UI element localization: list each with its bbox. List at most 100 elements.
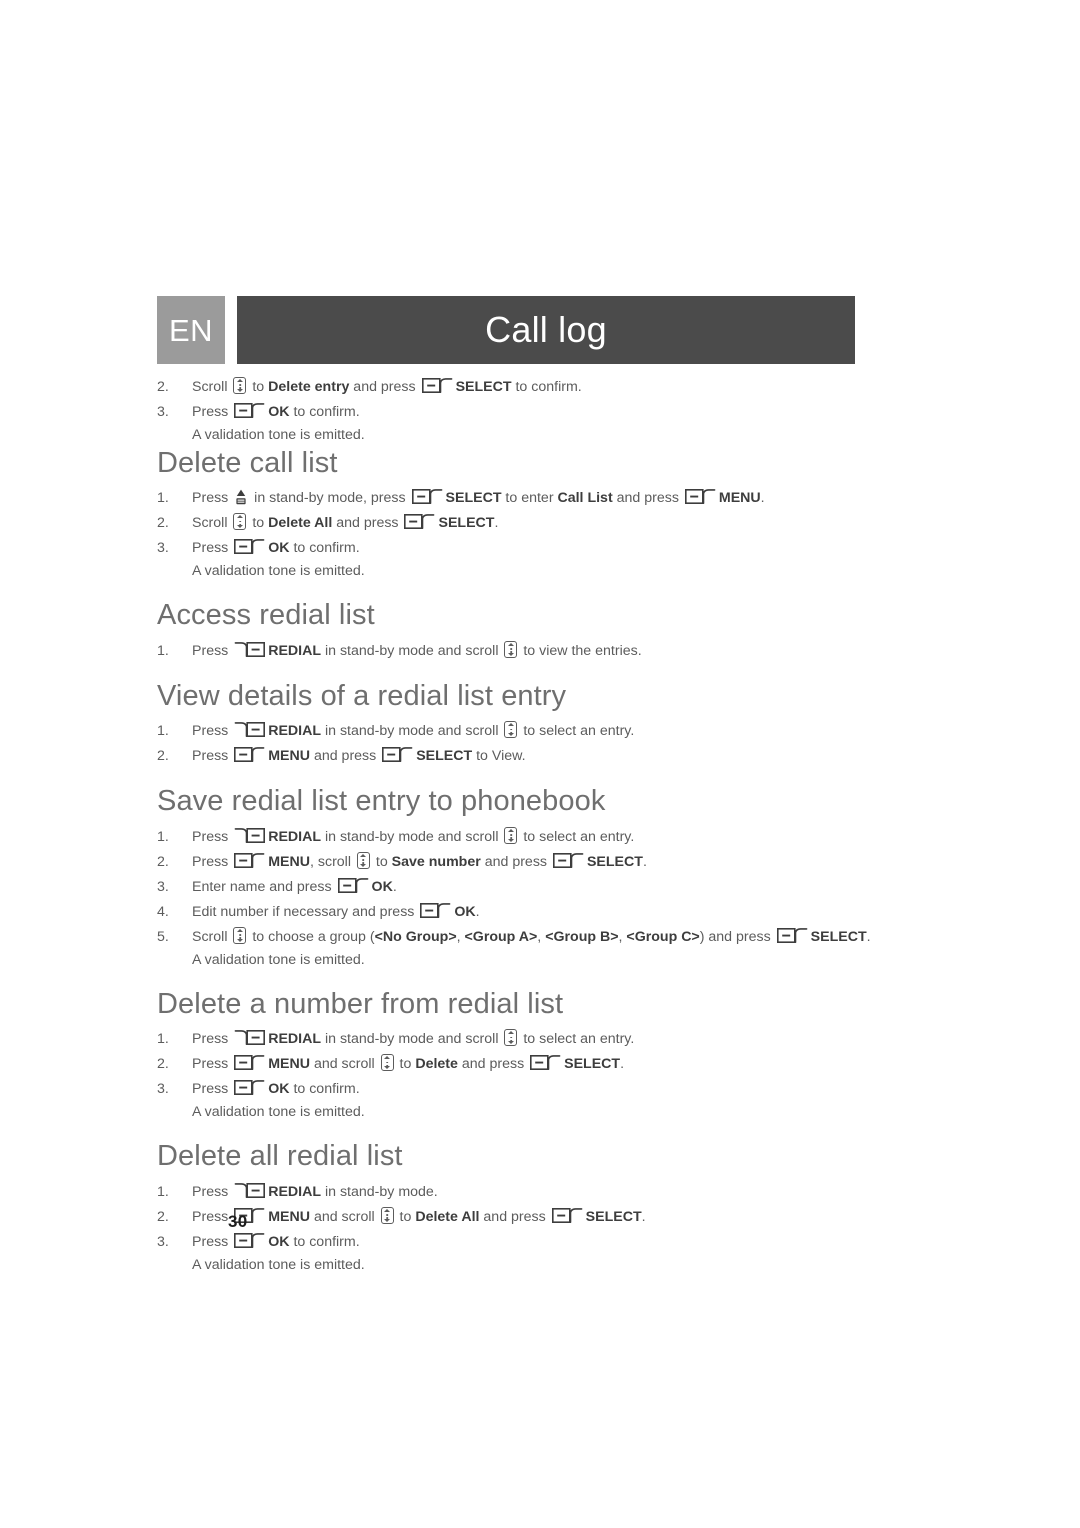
call-list-key-icon <box>234 489 248 505</box>
body-text: in stand-by mode and scroll <box>321 642 503 659</box>
step-number: 3. <box>157 404 169 420</box>
step-text: Press MENU and scroll to Delete All and … <box>192 1205 877 1229</box>
step-text: Press REDIAL in stand-by mode and scroll… <box>192 639 877 663</box>
step-item: 1. Press REDIAL in stand-by mode and scro… <box>157 639 877 663</box>
step-line: Press REDIAL in stand-by mode and scroll… <box>192 639 877 663</box>
body-text: . <box>475 903 480 920</box>
emphasis-text: SELECT <box>564 1056 621 1073</box>
emphasis-text: Delete All <box>415 1208 480 1225</box>
step-list: 1. Press REDIAL in stand-by mode and scro… <box>157 825 877 971</box>
step-text: Press OK to confirm. A validation tone is… <box>192 1230 877 1276</box>
left-softkey-icon <box>776 927 808 943</box>
step-item: 3. Press OK to confirm. A validation tone … <box>157 536 877 582</box>
body-text: . <box>866 928 871 945</box>
step-line: Press OK to confirm. <box>192 536 877 560</box>
body-text: and scroll <box>310 1056 379 1073</box>
step-line: Press OK to confirm. <box>192 1077 877 1101</box>
redial-softkey-icon <box>234 1030 266 1046</box>
emphasis-text: SELECT <box>455 379 512 395</box>
redial-softkey-icon <box>234 827 266 843</box>
body-text: to confirm. <box>289 540 360 557</box>
step-note: A validation tone is emitted. <box>192 563 365 580</box>
body-text: Press <box>192 1208 233 1225</box>
body-text: Enter name and press <box>192 878 336 895</box>
emphasis-text: SELECT <box>586 853 643 870</box>
step-text: Press REDIAL in stand-by mode and scroll… <box>192 719 877 743</box>
emphasis-text: Call List <box>557 490 613 507</box>
body-text: to confirm. <box>289 1233 360 1250</box>
step-list: 1. Press in stand-by mode, press SELECT t… <box>157 486 877 582</box>
step-item: 3. Press OK to confirm. A validation tone … <box>157 1230 877 1276</box>
body-text: and scroll <box>310 1208 379 1225</box>
body-text: and press <box>479 1208 550 1225</box>
body-text: Press <box>192 1081 233 1098</box>
emphasis-text: MENU <box>268 853 310 870</box>
left-softkey-icon <box>552 852 584 868</box>
step-line: Press REDIAL in stand-by mode and scroll… <box>192 719 877 743</box>
emphasis-text: OK <box>268 1233 290 1250</box>
step-note: A validation tone is emitted. <box>192 1256 365 1273</box>
body-text: Press <box>192 1031 233 1048</box>
left-softkey-icon <box>234 747 265 763</box>
step-note: A validation tone is emitted. <box>192 427 365 443</box>
body-text: to confirm. <box>289 404 360 420</box>
step-line: Press REDIAL in stand-by mode and scroll… <box>192 825 877 849</box>
scroll-updown-icon <box>504 826 518 844</box>
body-text: . <box>392 878 397 895</box>
body-text: Scroll <box>192 379 232 395</box>
step-item: 1. Press in stand-by mode, press SELECT t… <box>157 486 877 510</box>
step-number: 2. <box>157 853 169 870</box>
left-softkey-icon <box>234 852 265 868</box>
step-item: 4. Edit number if necessary and press OK. <box>157 900 877 924</box>
body-text: and press <box>457 1056 529 1073</box>
emphasis-text: SELECT <box>438 515 495 532</box>
body-text: Press <box>192 748 233 765</box>
body-text: in stand-by mode, press <box>250 490 410 507</box>
left-softkey-icon <box>234 1080 265 1096</box>
manual-section: Delete a number from redial list 1. Press … <box>157 988 877 1123</box>
emphasis-text: <Group B> <box>545 928 619 945</box>
body-text: to <box>248 379 269 395</box>
step-item: 5. Scroll to choose a group (<No Group>, … <box>157 925 877 971</box>
manual-section: Delete all redial list 1. Press REDIAL in … <box>157 1140 877 1275</box>
scroll-updown-icon <box>380 1054 394 1072</box>
step-text: Edit number if necessary and press OK. <box>192 900 877 924</box>
manual-section: View details of a redial list entry 1. Pre… <box>157 680 877 768</box>
body-text: to view the entries. <box>519 642 642 659</box>
step-text: Press OK to confirm. A validation tone is… <box>192 536 877 582</box>
body-text: and press <box>349 379 420 395</box>
section-heading: Access redial list <box>157 599 375 632</box>
manual-section: Save redial list entry to phonebook 1. Pre… <box>157 785 877 970</box>
body-text: to select an entry. <box>519 1031 635 1048</box>
step-line: Press MENU and scroll to Delete All and … <box>192 1205 877 1229</box>
scroll-updown-icon <box>233 926 247 944</box>
emphasis-text: OK <box>454 903 476 920</box>
left-softkey-icon <box>684 489 716 505</box>
step-line: Press MENU and press SELECT to View. <box>192 744 877 768</box>
scroll-updown-icon <box>233 513 247 531</box>
step-text: Scroll to Delete entry and press SELECT … <box>192 375 877 399</box>
body-text: . <box>760 490 765 507</box>
body-text: . <box>494 515 499 532</box>
step-number: 3. <box>157 1233 169 1250</box>
manual-section: Delete call list 1. Press in stand-by mode… <box>157 447 877 582</box>
emphasis-text: OK <box>268 540 290 557</box>
page-number: 30 <box>228 1212 248 1231</box>
body-text: in stand-by mode and scroll <box>321 1031 503 1048</box>
body-text: Press <box>192 540 233 557</box>
step-item: 1. Press REDIAL in stand-by mode and scro… <box>157 825 877 849</box>
emphasis-text: REDIAL <box>268 723 322 740</box>
body-text: to <box>395 1208 416 1225</box>
language-badge-label: EN <box>168 312 214 348</box>
step-number: 5. <box>157 928 169 945</box>
step-note: A validation tone is emitted. <box>192 951 365 968</box>
chapter-title: Call log <box>485 309 607 350</box>
body-text: Press <box>192 642 233 659</box>
body-text: Press <box>192 1183 233 1200</box>
left-softkey-icon <box>234 1055 265 1071</box>
continued-steps: 2. Scroll to Delete entry and press SELEC… <box>157 375 877 446</box>
left-softkey-icon <box>337 877 369 893</box>
emphasis-text: MENU <box>268 748 310 765</box>
body-text: and press <box>612 490 683 507</box>
body-text: to choose a group ( <box>248 928 375 945</box>
